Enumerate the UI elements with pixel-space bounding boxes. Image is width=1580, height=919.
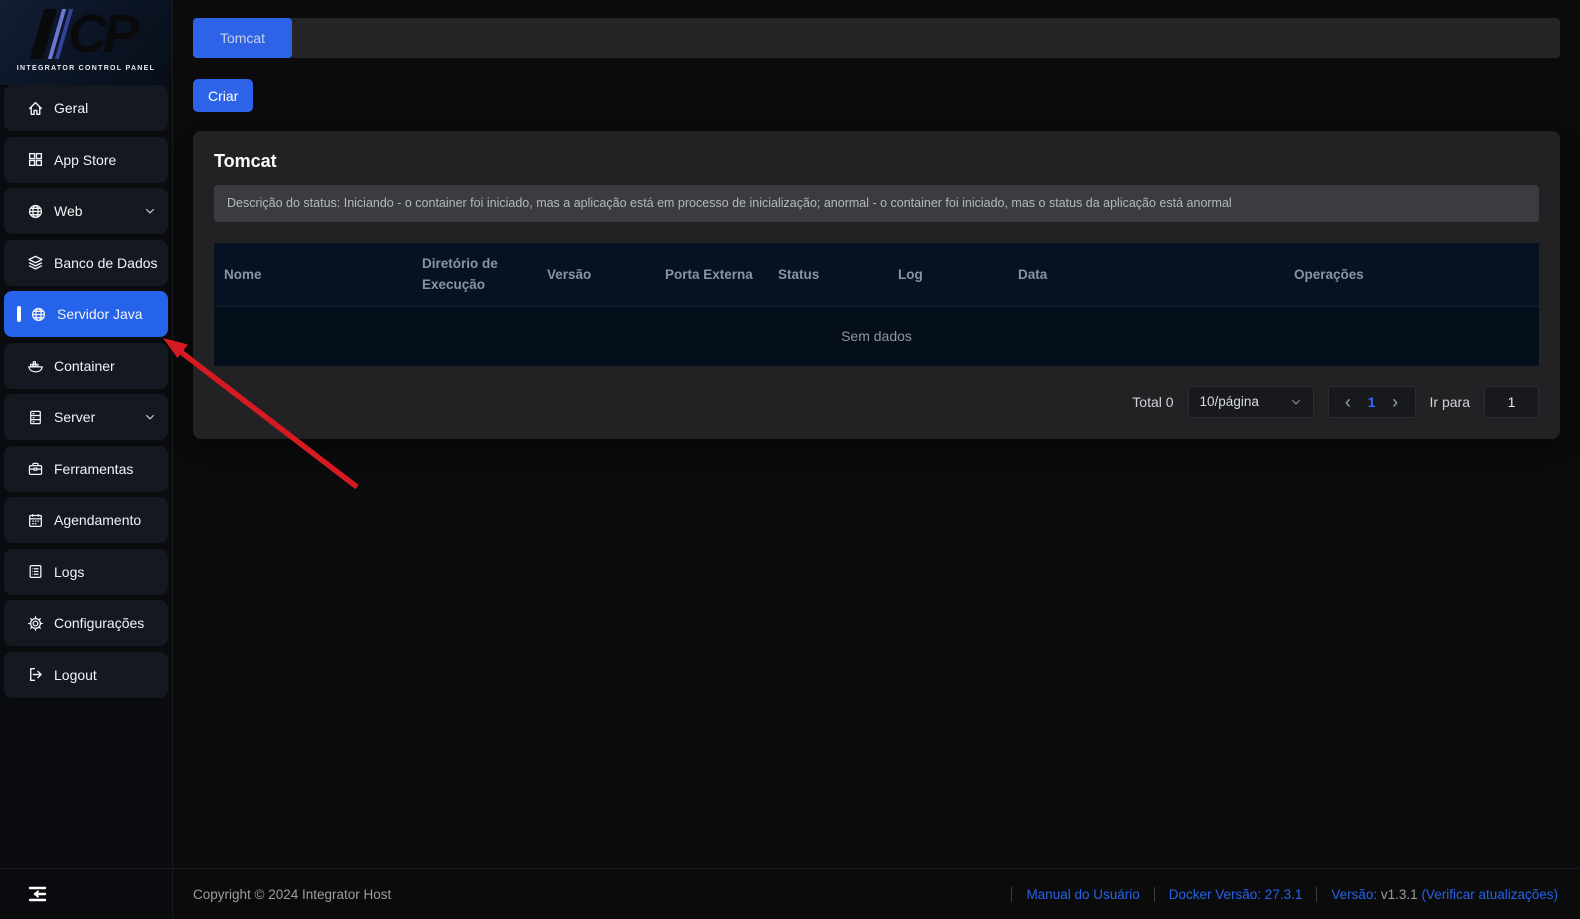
tomcat-table: Nome Diretório de Execução Versão Porta … (214, 243, 1539, 366)
sidebar-item-configuracoes[interactable]: Configurações (4, 600, 168, 646)
toolbox-icon (26, 460, 44, 478)
separator (1316, 887, 1317, 902)
create-button[interactable]: Criar (193, 79, 253, 112)
calendar-icon (26, 511, 44, 529)
sidebar-item-logs[interactable]: Logs (4, 549, 168, 595)
page-number[interactable]: 1 (1368, 394, 1376, 410)
sidebar-item-label: Banco de Dados (54, 255, 158, 271)
page-size-value: 10/página (1200, 394, 1259, 409)
status-description: Descrição do status: Iniciando - o conta… (214, 185, 1539, 222)
check-updates-link[interactable]: (Verificar atualizações) (1421, 887, 1558, 902)
logo-letters-cp: CP (68, 9, 135, 59)
tab-tomcat[interactable]: Tomcat (193, 18, 292, 58)
sidebar-item-label: App Store (54, 152, 116, 168)
chevron-down-icon (144, 411, 156, 423)
sidebar-item-label: Logs (54, 564, 84, 580)
globe-icon (26, 202, 44, 220)
total-count: Total 0 (1132, 394, 1173, 410)
tab-bar: Tomcat (193, 18, 1560, 58)
home-icon (26, 99, 44, 117)
sidebar-item-servidor-java[interactable]: Servidor Java (4, 291, 168, 337)
sidebar-item-label: Container (54, 358, 115, 374)
collapse-sidebar-icon[interactable] (22, 881, 52, 907)
docker-icon (26, 357, 44, 375)
chevron-down-icon (1290, 396, 1302, 408)
sidebar-item-label: Web (54, 203, 83, 219)
goto-page-input[interactable] (1484, 386, 1539, 418)
column-header-log: Log (888, 243, 1008, 307)
copyright-text: Copyright © 2024 Integrator Host (193, 887, 391, 902)
gear-icon (26, 614, 44, 632)
logs-icon (26, 563, 44, 581)
pagination: Total 0 10/página ‹ 1 › Ir para (214, 386, 1539, 418)
goto-page-label: Ir para (1430, 394, 1470, 410)
separator (1011, 887, 1012, 902)
sidebar-footer (0, 868, 172, 919)
sidebar-item-agendamento[interactable]: Agendamento (4, 497, 168, 543)
app-version: Versão: v1.3.1 (Verificar atualizações) (1331, 887, 1558, 902)
column-header-versao: Versão (537, 243, 655, 307)
column-header-diretorio: Diretório de Execução (412, 243, 537, 307)
footer: Copyright © 2024 Integrator Host Manual … (173, 868, 1580, 919)
sidebar-item-label: Configurações (54, 615, 144, 631)
docker-version-link[interactable]: Docker Versão: 27.3.1 (1169, 887, 1303, 902)
logout-icon (26, 666, 44, 684)
tomcat-panel: Tomcat Descrição do status: Iniciando - … (193, 131, 1560, 439)
sidebar-item-label: Logout (54, 667, 97, 683)
version-label: Versão: (1331, 887, 1377, 902)
sidebar-item-app-store[interactable]: App Store (4, 137, 168, 183)
grid-icon (26, 151, 44, 169)
app-logo: CP INTEGRATOR CONTROL PANEL (0, 0, 172, 85)
logo-subtitle: INTEGRATOR CONTROL PANEL (17, 65, 155, 72)
panel-title: Tomcat (214, 151, 1539, 172)
empty-state-text: Sem dados (214, 307, 1539, 366)
layers-icon (26, 254, 44, 272)
sidebar-item-label: Servidor Java (57, 306, 143, 322)
main-content: Tomcat Criar Tomcat Descrição do status:… (173, 0, 1580, 868)
sidebar-item-label: Agendamento (54, 512, 141, 528)
previous-page-button[interactable]: ‹ (1341, 393, 1355, 411)
column-header-nome: Nome (214, 243, 412, 307)
sidebar-item-label: Geral (54, 100, 88, 116)
sidebar-item-label: Server (54, 409, 95, 425)
separator (1154, 887, 1155, 902)
chevron-down-icon (144, 205, 156, 217)
column-header-porta-externa: Porta Externa (655, 243, 768, 307)
sidebar-item-logout[interactable]: Logout (4, 652, 168, 698)
logo-letters: CP (37, 6, 135, 62)
pager: ‹ 1 › (1328, 386, 1416, 418)
sidebar-item-ferramentas[interactable]: Ferramentas (4, 446, 168, 492)
server-icon (26, 408, 44, 426)
sidebar-item-label: Ferramentas (54, 461, 133, 477)
table-empty-row: Sem dados (214, 307, 1539, 366)
page-size-select[interactable]: 10/página (1188, 386, 1314, 418)
sidebar-item-geral[interactable]: Geral (4, 85, 168, 131)
sidebar-item-container[interactable]: Container (4, 343, 168, 389)
column-header-status: Status (768, 243, 888, 307)
active-indicator (17, 306, 21, 322)
next-page-button[interactable]: › (1388, 393, 1402, 411)
sidebar-nav: Geral App Store Web Banco de Dados (0, 85, 172, 868)
table-header-row: Nome Diretório de Execução Versão Porta … (214, 243, 1539, 307)
footer-links: Manual do Usuário Docker Versão: 27.3.1 … (1011, 887, 1558, 902)
column-header-operacoes: Operações (1284, 243, 1539, 307)
sidebar-item-web[interactable]: Web (4, 188, 168, 234)
sidebar-item-server[interactable]: Server (4, 394, 168, 440)
column-header-data: Data (1008, 243, 1284, 307)
version-value: v1.3.1 (1381, 887, 1418, 902)
sidebar-item-banco-de-dados[interactable]: Banco de Dados (4, 240, 168, 286)
globe-icon (29, 305, 47, 323)
sidebar: CP INTEGRATOR CONTROL PANEL Geral App St… (0, 0, 173, 919)
manual-link[interactable]: Manual do Usuário (1026, 887, 1139, 902)
